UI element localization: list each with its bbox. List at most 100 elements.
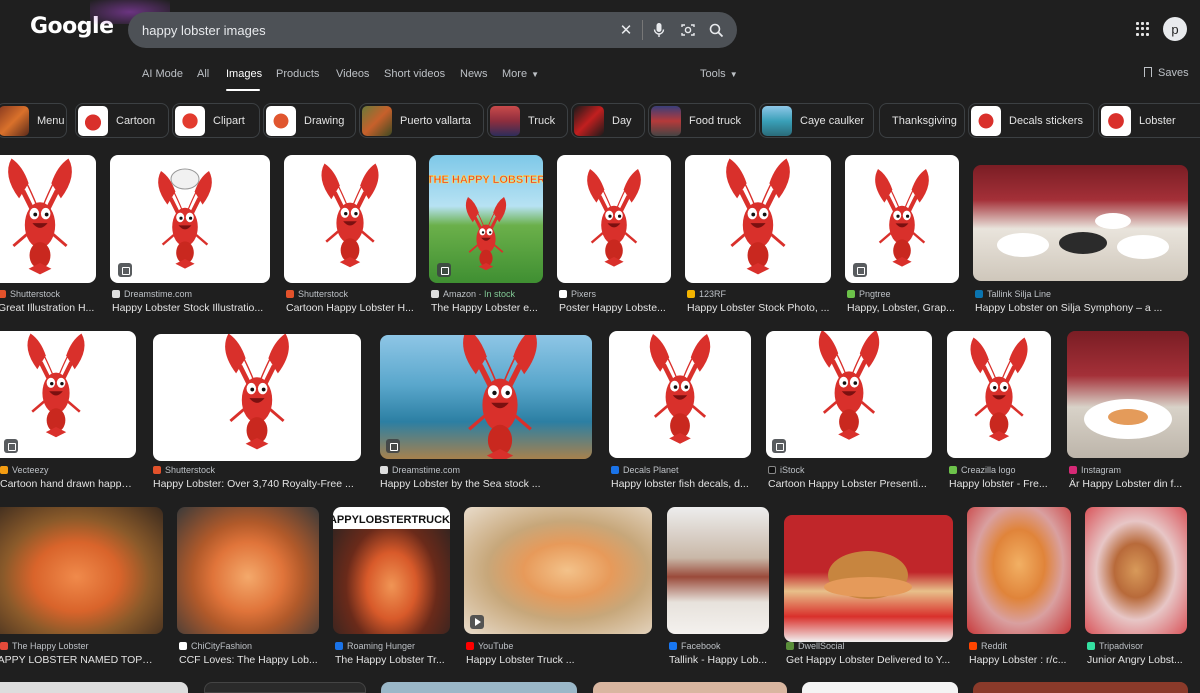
google-logo[interactable]: Google xyxy=(30,0,170,46)
account-avatar[interactable]: p xyxy=(1163,17,1187,41)
result-source[interactable]: Decals Planet xyxy=(611,465,751,475)
result-thumbnail[interactable] xyxy=(0,155,96,283)
result-title[interactable]: Cartoon hand drawn happy ... xyxy=(0,478,134,490)
result-title[interactable]: Är Happy Lobster din f... xyxy=(1069,478,1189,490)
result-title[interactable]: Happy Lobster : r/c... xyxy=(969,654,1071,666)
result-source[interactable]: Pixers xyxy=(559,289,671,299)
clear-icon[interactable]: ✕ xyxy=(616,20,636,40)
chip-puerto-vallarta[interactable]: Puerto vallarta xyxy=(359,103,484,138)
result-title[interactable]: Happy Lobster Stock Photo, ... xyxy=(687,302,831,314)
tab-images[interactable]: Images xyxy=(226,68,262,80)
result-source[interactable]: YouTube xyxy=(466,641,652,651)
result-title[interactable]: Happy Lobster by the Sea stock ... xyxy=(380,478,592,490)
tab-all[interactable]: All xyxy=(197,68,209,80)
result-thumbnail[interactable] xyxy=(685,155,831,283)
tab-more[interactable]: More ▼ xyxy=(502,68,539,80)
result-source[interactable]: Tallink Silja Line xyxy=(975,289,1188,299)
result-thumbnail[interactable] xyxy=(784,515,953,642)
result-source[interactable]: Dreamstime.com xyxy=(380,465,592,475)
partial-thumbnail[interactable] xyxy=(381,682,577,693)
result-title[interactable]: The Happy Lobster e... xyxy=(431,302,543,314)
tab-videos[interactable]: Videos xyxy=(336,68,369,80)
saves-button[interactable]: Saves xyxy=(1144,67,1189,79)
result-title[interactable]: Happy Lobster Stock Illustratio... xyxy=(112,302,270,314)
result-title[interactable]: Great Illustration H... xyxy=(0,302,96,314)
partial-thumbnail[interactable] xyxy=(973,682,1188,693)
result-source[interactable]: Amazon · In stock xyxy=(431,289,543,299)
result-source[interactable]: Shutterstock xyxy=(286,289,416,299)
result-title[interactable]: Cartoon Happy Lobster H... xyxy=(286,302,416,314)
chip-food-truck[interactable]: Food truck xyxy=(648,103,756,138)
chip-menu[interactable]: Menu xyxy=(0,103,67,138)
result-source[interactable]: ChiCityFashion xyxy=(179,641,319,651)
tab-news[interactable]: News xyxy=(460,68,488,80)
chip-clipart[interactable]: Clipart xyxy=(172,103,260,138)
result-source[interactable]: Facebook xyxy=(669,641,769,651)
tab-short-videos[interactable]: Short videos xyxy=(384,68,445,80)
result-thumbnail[interactable] xyxy=(557,155,671,283)
chip-lobster[interactable]: Lobster xyxy=(1098,103,1200,138)
result-thumbnail[interactable] xyxy=(110,155,270,283)
search-input[interactable] xyxy=(142,21,602,39)
result-source[interactable]: Reddit xyxy=(969,641,1071,651)
result-thumbnail[interactable] xyxy=(464,507,652,634)
result-title[interactable]: HAPPY LOBSTER NAMED TOP ... xyxy=(0,654,153,666)
partial-thumbnail[interactable] xyxy=(593,682,787,693)
partial-thumbnail[interactable] xyxy=(204,682,366,693)
result-title[interactable]: Junior Angry Lobst... xyxy=(1087,654,1187,666)
result-source[interactable]: Instagram xyxy=(1069,465,1189,475)
result-source[interactable]: 123RF xyxy=(687,289,831,299)
result-thumbnail[interactable] xyxy=(0,331,136,458)
chip-decals-stickers[interactable]: Decals stickers xyxy=(968,103,1094,138)
result-source[interactable]: Dreamstime.com xyxy=(112,289,270,299)
partial-thumbnail[interactable] xyxy=(802,682,958,693)
tab-ai-mode[interactable]: AI Mode xyxy=(142,68,183,80)
result-title[interactable]: Poster Happy Lobste... xyxy=(559,302,671,314)
result-title[interactable]: Happy lobster - Fre... xyxy=(949,478,1051,490)
result-source[interactable]: Shutterstock xyxy=(153,465,361,475)
apps-grid-icon[interactable] xyxy=(1136,22,1150,36)
chip-day[interactable]: Day xyxy=(571,103,645,138)
result-title[interactable]: Happy Lobster: Over 3,740 Royalty-Free .… xyxy=(153,478,361,490)
result-thumbnail[interactable] xyxy=(284,155,416,283)
result-thumbnail[interactable] xyxy=(1085,507,1187,634)
result-thumbnail[interactable] xyxy=(380,335,592,459)
search-box[interactable]: ✕ xyxy=(128,12,737,48)
chip-thanksgiving[interactable]: Thanksgiving xyxy=(879,103,965,138)
microphone-icon[interactable] xyxy=(649,20,669,40)
result-title[interactable]: CCF Loves: The Happy Lob... xyxy=(179,654,319,666)
result-title[interactable]: The Happy Lobster Tr... xyxy=(335,654,450,666)
result-source[interactable]: Tripadvisor xyxy=(1087,641,1187,651)
tools-button[interactable]: Tools ▼ xyxy=(700,68,738,80)
partial-thumbnail[interactable] xyxy=(0,682,188,693)
result-source[interactable]: The Happy Lobster xyxy=(0,641,163,651)
result-source[interactable]: Vecteezy xyxy=(0,465,136,475)
result-title[interactable]: Cartoon Happy Lobster Presenti... xyxy=(768,478,932,490)
result-source[interactable]: DwellSocial xyxy=(786,641,953,651)
result-source[interactable]: iStock xyxy=(768,465,932,475)
result-title[interactable]: Happy Lobster on Silja Symphony – a ... xyxy=(975,302,1188,314)
result-source[interactable]: Shutterstock xyxy=(0,289,98,299)
result-thumbnail[interactable] xyxy=(609,331,751,458)
result-source[interactable]: Creazilla logo xyxy=(949,465,1051,475)
result-title[interactable]: Tallink - Happy Lob... xyxy=(669,654,769,666)
result-thumbnail[interactable] xyxy=(1067,331,1189,458)
chip-truck[interactable]: Truck xyxy=(487,103,568,138)
result-title[interactable]: Get Happy Lobster Delivered to Y... xyxy=(786,654,953,666)
result-thumbnail[interactable] xyxy=(153,334,361,461)
camera-lens-icon[interactable] xyxy=(678,20,698,40)
result-thumbnail[interactable] xyxy=(667,507,769,634)
result-source[interactable]: Pngtree xyxy=(847,289,959,299)
result-thumbnail[interactable] xyxy=(973,165,1188,281)
chip-caye-caulker[interactable]: Caye caulker xyxy=(759,103,874,138)
result-thumbnail[interactable] xyxy=(967,507,1071,634)
result-source[interactable]: Roaming Hunger xyxy=(335,641,450,651)
result-thumbnail[interactable] xyxy=(0,507,163,634)
result-thumbnail[interactable] xyxy=(766,331,932,458)
chip-drawing[interactable]: Drawing xyxy=(263,103,356,138)
search-icon[interactable] xyxy=(706,20,726,40)
result-title[interactable]: Happy Lobster Truck ... xyxy=(466,654,652,666)
result-thumbnail[interactable]: HAPPYLOBSTERTRUCK.C xyxy=(333,507,450,634)
chip-cartoon[interactable]: Cartoon xyxy=(75,103,169,138)
result-thumbnail[interactable] xyxy=(177,507,319,634)
